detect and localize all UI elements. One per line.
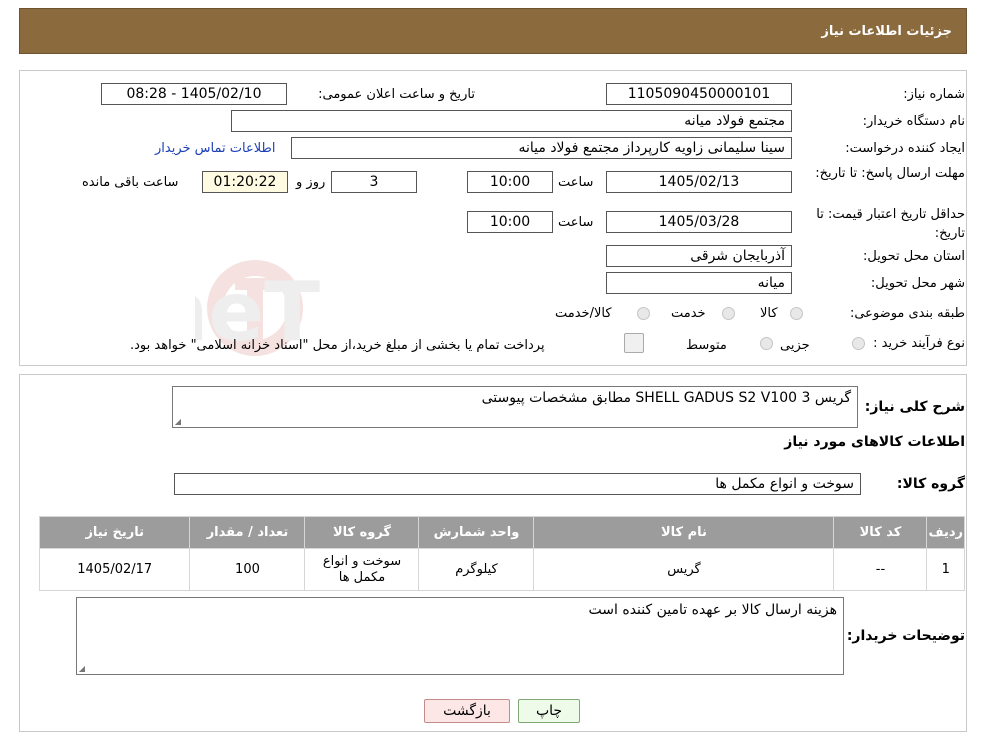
category-radio-goods-service[interactable] (637, 307, 650, 320)
table-header-row: ردیف کد کالا نام کالا واحد شمارش گروه کا… (38, 516, 965, 549)
col-unit: واحد شمارش (418, 516, 535, 549)
col-code: کد کالا (833, 516, 928, 549)
price-validity-date-field: 1405/03/28 (606, 211, 792, 233)
city-label: شهر محل تحویل: (870, 276, 965, 291)
requester-field: سینا سلیمانی زاویه کارپرداز مجتمع فولاد … (291, 137, 792, 159)
province-field: آذربایجان شرقی (606, 245, 792, 267)
buyer-org-label: نام دستگاه خریدار: (862, 114, 965, 129)
category-option-goods-service: کالا/خدمت (555, 306, 612, 321)
buyer-notes-textarea[interactable]: هزینه ارسال کالا بر عهده تامین کننده است (76, 597, 844, 675)
requester-label: ایجاد کننده درخواست: (845, 141, 965, 156)
page-header: جزئیات اطلاعات نیاز (19, 8, 967, 54)
description-resize-handle[interactable]: ◢ (173, 418, 181, 426)
announce-label: تاریخ و ساعت اعلان عمومی: (318, 87, 475, 102)
goods-table: ردیف کد کالا نام کالا واحد شمارش گروه کا… (38, 516, 965, 591)
process-radio-medium[interactable] (760, 337, 773, 350)
buyer-notes-label: توضیحات خریدار: (846, 628, 965, 644)
reply-date-field: 1405/02/13 (606, 171, 792, 193)
col-need-date: تاریخ نیاز (38, 516, 191, 549)
description-label: شرح کلی نیاز: (864, 399, 965, 415)
cell-row: 1 (926, 548, 965, 591)
reply-deadline-label: مهلت ارسال پاسخ: تا تاریخ: (815, 166, 965, 181)
buyer-org-field: مجتمع فولاد میانه (231, 110, 792, 132)
process-option-medium: متوسط (686, 338, 727, 353)
goods-group-field: سوخت و انواع مکمل ها (174, 473, 861, 495)
cell-unit: کیلوگرم (418, 548, 535, 591)
days-field: 3 (331, 171, 417, 193)
need-number-field: 1105090450000101 (606, 83, 792, 105)
price-validity-time-field: 10:00 (467, 211, 553, 233)
reply-time-label: ساعت (558, 175, 594, 190)
print-button[interactable]: چاپ (518, 699, 580, 723)
col-quantity: تعداد / مقدار (189, 516, 306, 549)
reply-time-field: 10:00 (467, 171, 553, 193)
col-row: ردیف (926, 516, 965, 549)
remaining-label: ساعت باقی مانده (82, 175, 179, 190)
days-label: روز و (296, 175, 326, 190)
cell-code: -- (833, 548, 928, 591)
category-option-service: خدمت (671, 306, 706, 321)
col-name: نام کالا (533, 516, 835, 549)
goods-group-label: گروه کالا: (896, 476, 965, 492)
category-label: طبقه بندی موضوعی: (849, 306, 965, 321)
process-option-partial: جزیی (780, 338, 810, 353)
remaining-time-field: 01:20:22 (202, 171, 288, 193)
cell-quantity: 100 (189, 548, 306, 591)
process-radio-partial[interactable] (852, 337, 865, 350)
need-number-label: شماره نیاز: (903, 87, 965, 102)
cell-name: گریس (533, 548, 835, 591)
cell-group: سوخت و انواع مکمل ها (304, 548, 420, 591)
description-textarea[interactable]: گریس SHELL GADUS S2 V100 3 مطابق مشخصات … (172, 386, 858, 428)
col-group: گروه کالا (304, 516, 420, 549)
treasury-checkbox[interactable] (624, 333, 644, 353)
price-validity-label: حداقل تاریخ اعتبار قیمت: تا تاریخ: (816, 207, 965, 241)
announce-field: 1405/02/10 - 08:28 (101, 83, 287, 105)
table-row: 1 -- گریس کیلوگرم سوخت و انواع مکمل ها 1… (38, 548, 965, 591)
category-radio-service[interactable] (722, 307, 735, 320)
buyer-contact-link[interactable]: اطلاعات تماس خریدار (155, 141, 275, 156)
buyer-notes-resize-handle[interactable]: ◢ (77, 665, 85, 673)
back-button[interactable]: بازگشت (424, 699, 510, 723)
category-option-goods: کالا (760, 306, 778, 321)
payment-note: پرداخت تمام یا بخشی از مبلغ خرید،از محل … (130, 338, 545, 353)
goods-section-title: اطلاعات کالاهای مورد نیاز (784, 434, 965, 450)
province-label: استان محل تحویل: (863, 249, 965, 264)
cell-need-date: 1405/02/17 (38, 548, 191, 591)
city-field: میانه (606, 272, 792, 294)
page-title: جزئیات اطلاعات نیاز (821, 24, 952, 39)
process-label: نوع فرآیند خرید : (873, 336, 965, 351)
category-radio-goods[interactable] (790, 307, 803, 320)
price-validity-time-label: ساعت (558, 215, 594, 230)
